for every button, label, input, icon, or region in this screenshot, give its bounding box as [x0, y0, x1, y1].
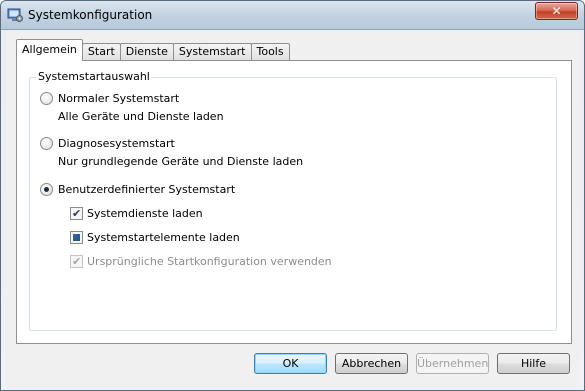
tab-panel-allgemein: Systemstartauswahl Normaler Systemstart … — [16, 60, 572, 344]
original-boot-config-label: Ursprüngliche Startkonfiguration verwend… — [87, 255, 332, 268]
radio-selective-label: Benutzerdefinierter Systemstart — [58, 183, 236, 196]
diagnostic-startup-description: Nur grundlegende Geräte und Dienste lade… — [58, 155, 304, 168]
radio-normal-indicator[interactable] — [40, 92, 53, 105]
startup-selection-group: Systemstartauswahl Normaler Systemstart … — [29, 70, 557, 331]
radio-normal-label: Normaler Systemstart — [58, 92, 180, 105]
normal-startup-description: Alle Geräte und Dienste laden — [58, 110, 224, 123]
load-startup-items-checkbox[interactable] — [70, 231, 83, 244]
help-button[interactable]: Hilfe — [497, 353, 570, 374]
radio-selective-indicator[interactable] — [40, 183, 53, 196]
tab-dienste[interactable]: Dienste — [119, 43, 174, 61]
load-services-checkbox[interactable] — [70, 207, 83, 220]
radio-selective-startup[interactable]: Benutzerdefinierter Systemstart — [40, 183, 235, 196]
group-legend: Systemstartauswahl — [36, 70, 152, 83]
title-bar[interactable]: Systemkonfiguration ✕ — [1, 1, 584, 30]
ok-button[interactable]: OK — [254, 353, 327, 374]
radio-normal-startup[interactable]: Normaler Systemstart — [40, 92, 179, 105]
close-button[interactable]: ✕ — [535, 2, 578, 20]
radio-diagnostic-startup[interactable]: Diagnosesystemstart — [40, 137, 175, 150]
radio-diagnostic-label: Diagnosesystemstart — [58, 137, 175, 150]
close-icon: ✕ — [551, 4, 562, 18]
load-startup-items-label: Systemstartelemente laden — [87, 231, 240, 244]
cancel-button[interactable]: Abbrechen — [335, 353, 408, 374]
checkbox-load-system-services[interactable]: Systemdienste laden — [70, 207, 203, 220]
window-title: Systemkonfiguration — [28, 8, 153, 22]
checkbox-load-startup-items[interactable]: Systemstartelemente laden — [70, 231, 240, 244]
checkbox-use-original-boot-config: Ursprüngliche Startkonfiguration verwend… — [70, 255, 332, 268]
system-config-window: Systemkonfiguration ✕ Allgemein Start Di… — [0, 0, 585, 391]
tab-start[interactable]: Start — [81, 43, 121, 61]
msconfig-app-icon — [7, 7, 23, 23]
dialog-client-area: Allgemein Start Dienste Systemstart Tool… — [6, 31, 580, 387]
original-boot-config-checkbox — [70, 255, 83, 268]
tab-allgemein[interactable]: Allgemein — [16, 39, 83, 61]
dialog-button-row: OK Abbrechen Übernehmen Hilfe — [6, 353, 580, 377]
tab-tools[interactable]: Tools — [250, 43, 290, 61]
tab-systemstart[interactable]: Systemstart — [172, 43, 252, 61]
load-services-label: Systemdienste laden — [87, 207, 203, 220]
radio-diagnostic-indicator[interactable] — [40, 137, 53, 150]
apply-button: Übernehmen — [416, 353, 489, 374]
tab-strip: Allgemein Start Dienste Systemstart Tool… — [16, 39, 290, 61]
